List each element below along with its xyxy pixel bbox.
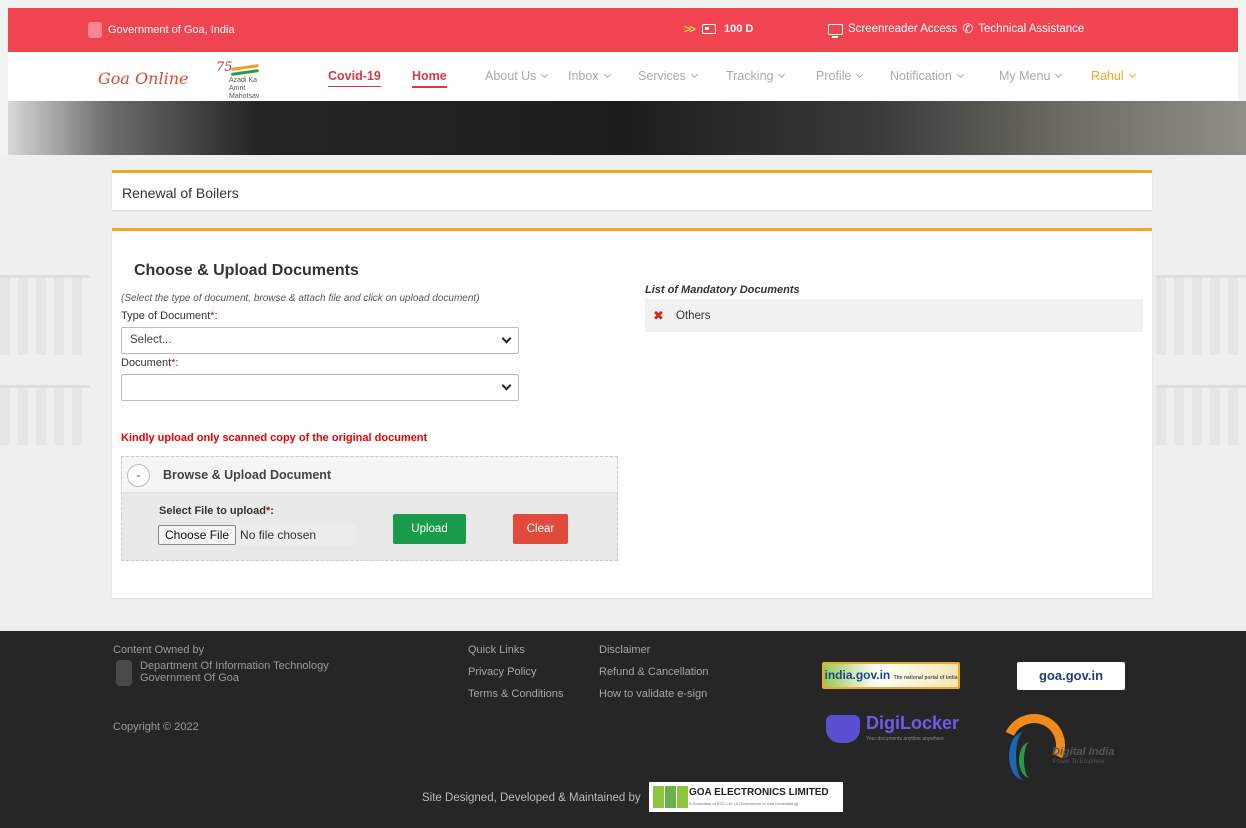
cloud-icon	[826, 715, 860, 743]
clear-button[interactable]: Clear	[513, 514, 568, 544]
upload-panel-title: Browse & Upload Document	[163, 468, 332, 482]
nav-user-menu[interactable]: Rahul	[1091, 69, 1136, 83]
chevron-down-icon	[501, 333, 512, 344]
chevron-down-icon	[541, 70, 549, 78]
id-card-icon	[702, 24, 717, 34]
digilocker-logo[interactable]: DigiLocker Your documents anytime anywhe…	[824, 711, 960, 747]
chevron-down-icon	[956, 70, 964, 78]
nav-my-menu[interactable]: My Menu	[999, 69, 1063, 83]
choose-file-button[interactable]: Choose File	[158, 525, 237, 545]
goa-online-logo[interactable]: Goa Online	[98, 69, 188, 88]
mandatory-document-item: ✖ Others	[645, 299, 1143, 332]
file-input[interactable]: Choose File No file chosen	[158, 524, 356, 546]
monitor-icon	[828, 23, 843, 38]
department-line1: Department Of Information Technology	[140, 660, 329, 672]
chevron-down-icon	[1128, 70, 1136, 78]
no-file-chosen-text: No file chosen	[240, 528, 317, 542]
accessibility-links: Screenreader Access ✆ Technical Assistan…	[828, 21, 1084, 38]
mandatory-document-name: Others	[676, 310, 711, 322]
azadi-ka-amrit-mahotsav-logo: 75 Azadi Ka Amrit Mahotsav	[213, 60, 268, 100]
screenreader-link[interactable]: Screenreader Access	[848, 23, 957, 35]
header-banner-image	[8, 101, 1246, 155]
government-label: Government of Goa, India	[108, 24, 235, 36]
type-of-document-select[interactable]: Select...	[121, 327, 519, 354]
quick-links-link[interactable]: Quick Links	[468, 644, 525, 656]
site-footer: Content Owned by Department Of Informati…	[0, 631, 1246, 828]
disclaimer-link[interactable]: Disclaimer	[599, 644, 650, 656]
validate-esign-link[interactable]: How to validate e-sign	[599, 688, 707, 700]
upload-panel: - Browse & Upload Document Select File t…	[121, 456, 618, 561]
nav-inbox[interactable]: Inbox	[568, 69, 611, 83]
instruction-text: (Select the type of document, browse & a…	[121, 293, 480, 304]
goa-emblem-icon	[116, 660, 132, 686]
department-line2: Government Of Goa	[140, 672, 240, 684]
azadi-line2: Amrit Mahotsav	[229, 85, 260, 100]
cross-icon: ✖	[653, 308, 664, 323]
phone-icon: ✆	[962, 21, 974, 36]
upload-button[interactable]: Upload	[393, 514, 466, 544]
double-chevron-icon: >>	[684, 22, 696, 36]
type-of-document-label: Type of Document*:	[121, 310, 218, 322]
chevron-down-icon	[603, 70, 611, 78]
main-navbar: Goa Online 75 Azadi Ka Amrit Mahotsav Cov…	[8, 52, 1238, 101]
nav-profile[interactable]: Profile	[816, 69, 864, 83]
mandatory-documents-title: List of Mandatory Documents	[645, 284, 800, 296]
site-credit-text: Site Designed, Developed & Maintained by	[422, 792, 641, 804]
page-title: Renewal of Boilers	[122, 185, 239, 201]
nav-services[interactable]: Services	[638, 69, 698, 83]
select-file-label: Select File to upload*:	[159, 505, 274, 517]
chevron-down-icon	[1055, 70, 1063, 78]
department-info: Department Of Information Technology Gov…	[116, 660, 329, 686]
technical-assistance-link[interactable]: Technical Assistance	[978, 23, 1084, 35]
section-heading: Choose & Upload Documents	[134, 262, 359, 279]
upload-panel-header[interactable]: - Browse & Upload Document	[122, 457, 617, 493]
india-gov-logo[interactable]: india.gov.in The national portal of Indi…	[822, 662, 960, 689]
nav-covid[interactable]: Covid-19	[328, 69, 381, 87]
visitor-counter: >> 100 D	[684, 22, 753, 36]
page-title-card: Renewal of Boilers	[112, 170, 1152, 210]
digital-india-logo[interactable]: Digital India Power To Empower	[994, 705, 1133, 785]
privacy-policy-link[interactable]: Privacy Policy	[468, 666, 536, 678]
nav-about-us[interactable]: About Us	[485, 69, 549, 83]
goa-electronics-logo[interactable]: GOA ELECTRONICS LIMITED A Subsidiary of …	[649, 782, 843, 812]
azadi-line1: Azadi Ka	[229, 77, 258, 84]
top-bar: Government of Goa, India >> 100 D Screen…	[8, 8, 1238, 52]
goa-emblem-icon	[88, 22, 102, 38]
counter-value: 100 D	[724, 23, 754, 35]
copyright-text: Copyright © 2022	[113, 721, 199, 733]
scanned-copy-warning: Kindly upload only scanned copy of the o…	[121, 432, 428, 444]
content-owned-label: Content Owned by	[113, 644, 205, 656]
nav-tracking[interactable]: Tracking	[726, 69, 786, 83]
type-of-document-value: Select...	[130, 334, 172, 346]
nav-notification[interactable]: Notification	[890, 69, 964, 83]
document-upload-card: Choose & Upload Documents (Select the ty…	[112, 228, 1152, 598]
chevron-down-icon	[690, 70, 698, 78]
goa-gov-logo[interactable]: goa.gov.in	[1017, 662, 1125, 690]
chevron-down-icon	[856, 70, 864, 78]
refund-cancellation-link[interactable]: Refund & Cancellation	[599, 666, 708, 678]
government-link[interactable]: Government of Goa, India	[88, 22, 235, 38]
chevron-down-icon	[778, 70, 786, 78]
chevron-down-icon	[501, 380, 512, 391]
document-label: Document*:	[121, 357, 179, 369]
document-select[interactable]	[121, 374, 519, 401]
nav-home[interactable]: Home	[412, 69, 447, 88]
terms-conditions-link[interactable]: Terms & Conditions	[468, 688, 563, 700]
collapse-toggle-button[interactable]: -	[127, 464, 150, 487]
